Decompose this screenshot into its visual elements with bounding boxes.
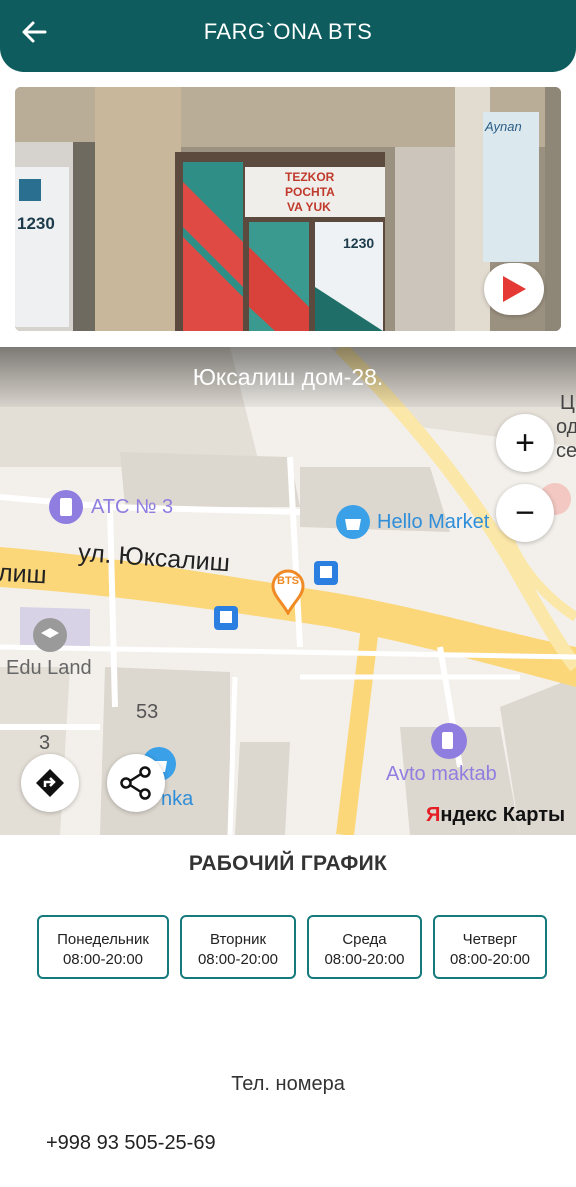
arrow-left-icon [22, 21, 47, 43]
map-edge-label: Ц [560, 392, 575, 414]
map-provider-logo: Яндекс Карты [426, 804, 565, 827]
building-number-3: 3 [39, 732, 51, 754]
directions-icon [36, 769, 64, 797]
school-poi-icon [33, 618, 67, 652]
phone-poi-icon [49, 490, 83, 524]
street-label-left: лиш [0, 558, 48, 590]
provider-logo-text: ндекс Карты [440, 804, 566, 826]
day-name: Четверг [462, 931, 518, 948]
day-hours: 08:00-20:00 [324, 951, 405, 968]
day-hours: 08:00-20:00 [62, 951, 144, 968]
phone-number-link[interactable]: +998 93 505-25-69 [46, 1132, 216, 1155]
shop-poi-icon [336, 505, 370, 539]
play-icon [503, 276, 526, 302]
schedule-day-card[interactable]: Четверг 08:00-20:00 [433, 915, 547, 979]
directions-button[interactable] [21, 754, 79, 812]
plus-icon: + [515, 424, 535, 462]
minus-icon: − [515, 494, 535, 532]
page-title: FARG`ONA BTS [203, 19, 373, 44]
share-icon [120, 766, 151, 800]
phone-numbers-title: Тел. номера [231, 1073, 345, 1095]
day-name: Среда [342, 931, 387, 948]
schedule-title: РАБОЧИЙ ГРАФИК [188, 852, 388, 875]
schedule-days-list[interactable]: Понедельник 08:00-20:00 Вторник 08:00-20… [37, 915, 576, 981]
map-edge-label: одп [556, 416, 576, 438]
map-address-banner: Юксалиш дом-28. [0, 347, 576, 407]
share-button[interactable] [107, 754, 165, 812]
fuel-poi-icon [431, 723, 467, 759]
schedule-day-card[interactable]: Понедельник 08:00-20:00 [37, 915, 169, 979]
door-phone-number: 1230 [343, 235, 375, 251]
zoom-out-button[interactable]: − [496, 484, 554, 542]
day-name: Вторник [209, 931, 267, 948]
day-hours: 08:00-20:00 [449, 951, 531, 968]
bus-stop-icon [314, 561, 338, 585]
zoom-in-button[interactable]: + [496, 414, 554, 472]
marker-label: BTS [277, 575, 299, 587]
provider-logo-letter: Я [426, 804, 441, 826]
day-name: Понедельник [57, 931, 149, 948]
sign-line-2: POCHTA [285, 185, 335, 199]
poi-label-avto-maktab: Avto maktab [386, 763, 497, 785]
day-hours: 08:00-20:00 [197, 951, 279, 968]
poster-text: Aynan [485, 119, 522, 134]
address-text: Юксалиш дом-28. [192, 364, 384, 390]
map-edge-label: се [556, 440, 576, 462]
sign-line-3: VA YUK [287, 200, 331, 214]
back-button[interactable] [14, 12, 54, 52]
play-video-button[interactable] [484, 263, 544, 315]
location-map[interactable]: Юксалиш дом-28. АТС № 3 Hello Market ул.… [0, 347, 576, 835]
poi-label-ats: АТС № 3 [91, 496, 174, 518]
poi-label-bank: nka [161, 788, 194, 810]
building-number-53: 53 [136, 701, 159, 723]
left-phone-number: 1230 [17, 214, 55, 233]
bus-stop-icon [214, 606, 238, 630]
schedule-day-card[interactable]: Среда 08:00-20:00 [307, 915, 422, 979]
schedule-day-card[interactable]: Вторник 08:00-20:00 [180, 915, 296, 979]
sign-line-1: TEZKOR [285, 170, 335, 184]
poi-label-edu-land: Edu Land [6, 657, 92, 679]
poi-label-hello-market: Hello Market [377, 511, 490, 533]
branch-photo[interactable]: TEZKOR POCHTA VA YUK 1230 1230 Aynan [15, 87, 561, 331]
app-header: FARG`ONA BTS [0, 0, 576, 72]
